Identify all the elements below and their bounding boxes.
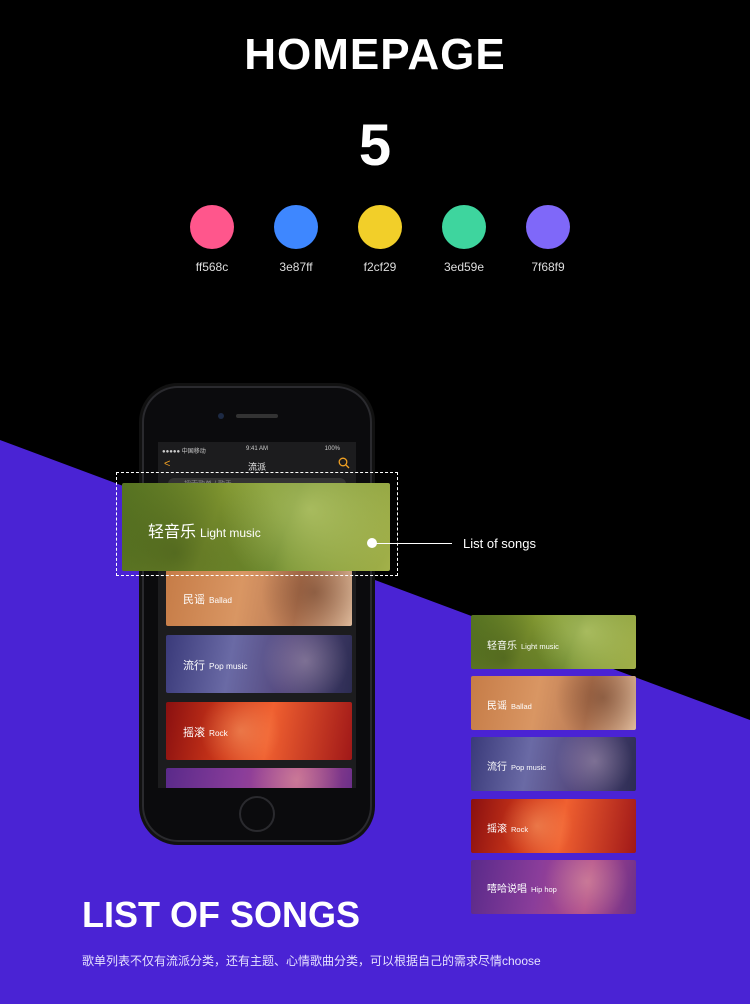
color-count: 5 xyxy=(358,113,392,178)
genre-zh: 轻音乐 xyxy=(487,641,517,652)
genre-zh: 流行 xyxy=(183,660,205,672)
speaker-grille xyxy=(236,414,278,418)
genre-en: Ballad xyxy=(209,596,232,605)
genre-zh: 民谣 xyxy=(183,594,205,606)
callout-line xyxy=(372,543,452,544)
genre-card-pop[interactable]: 流行 Pop music xyxy=(166,635,352,693)
swatch-blue xyxy=(274,205,318,249)
swatch-label: 3e87ff xyxy=(279,260,313,274)
carrier-label: ●●●●● 中国移动 xyxy=(162,449,206,455)
swatch-green xyxy=(442,205,486,249)
genre-en: Light music xyxy=(521,642,559,651)
home-button xyxy=(239,796,275,832)
genre-zh: 嘻哈说唱 xyxy=(487,884,527,895)
swatch-yellow xyxy=(358,205,402,249)
section-title: LIST OF SONGS xyxy=(82,894,361,935)
genre-card-light-music[interactable]: 轻音乐 Light music xyxy=(471,615,636,669)
swatch-label: 3ed59e xyxy=(443,260,485,274)
genre-en: Light music xyxy=(200,526,261,540)
genre-zh: 摇滚 xyxy=(487,824,507,835)
page-title: HOMEPAGE xyxy=(244,30,506,79)
genre-en: Ballad xyxy=(511,702,532,711)
callout-dot xyxy=(367,538,377,548)
genre-zh: 摇滚 xyxy=(183,727,205,739)
genre-en: Hip hop xyxy=(531,885,557,894)
search-icon[interactable] xyxy=(338,457,350,469)
genre-card-rock[interactable]: 摇滚 Rock xyxy=(471,799,636,853)
genre-card-ballad[interactable]: 民谣 Ballad xyxy=(166,570,352,626)
genre-en: Rock xyxy=(209,729,228,738)
status-bar: ●●●●● 中国移动 9:41 AM 100% xyxy=(158,444,356,456)
phone-mockup: ●●●●● 中国移动 9:41 AM 100% < 流派 搜索歌单 / 歌手 民… xyxy=(142,386,372,842)
genre-en: Pop music xyxy=(511,763,547,772)
callout-label: List of songs xyxy=(463,536,536,551)
swatch-label: f2cf29 xyxy=(363,260,397,274)
swatch-pink xyxy=(190,205,234,249)
status-time: 9:41 AM xyxy=(246,446,269,452)
camera-icon xyxy=(218,413,224,419)
genre-zh: 流行 xyxy=(487,762,507,773)
genre-card-rock[interactable]: 摇滚 Rock xyxy=(166,702,352,760)
genre-en: Pop music xyxy=(209,662,248,671)
swatch-purple xyxy=(526,205,570,249)
genre-zh: 民谣 xyxy=(487,701,507,712)
genre-zh: 轻音乐 xyxy=(148,524,197,541)
genre-card-pop[interactable]: 流行 Pop music xyxy=(471,737,636,791)
genre-card-ballad[interactable]: 民谣 Ballad xyxy=(471,676,636,730)
genre-card-hiphop[interactable]: 嘻哈说唱 Hip hop xyxy=(471,860,636,914)
battery-label: 100% xyxy=(324,446,340,452)
section-description: 歌单列表不仅有流派分类，还有主题、心情歌曲分类，可以根据自己的需求尽情choos… xyxy=(82,954,541,968)
genre-card-hiphop[interactable] xyxy=(166,768,352,788)
swatch-label: 7f68f9 xyxy=(531,260,565,274)
genre-en: Rock xyxy=(511,825,529,834)
swatch-label: ff568c xyxy=(195,260,229,274)
